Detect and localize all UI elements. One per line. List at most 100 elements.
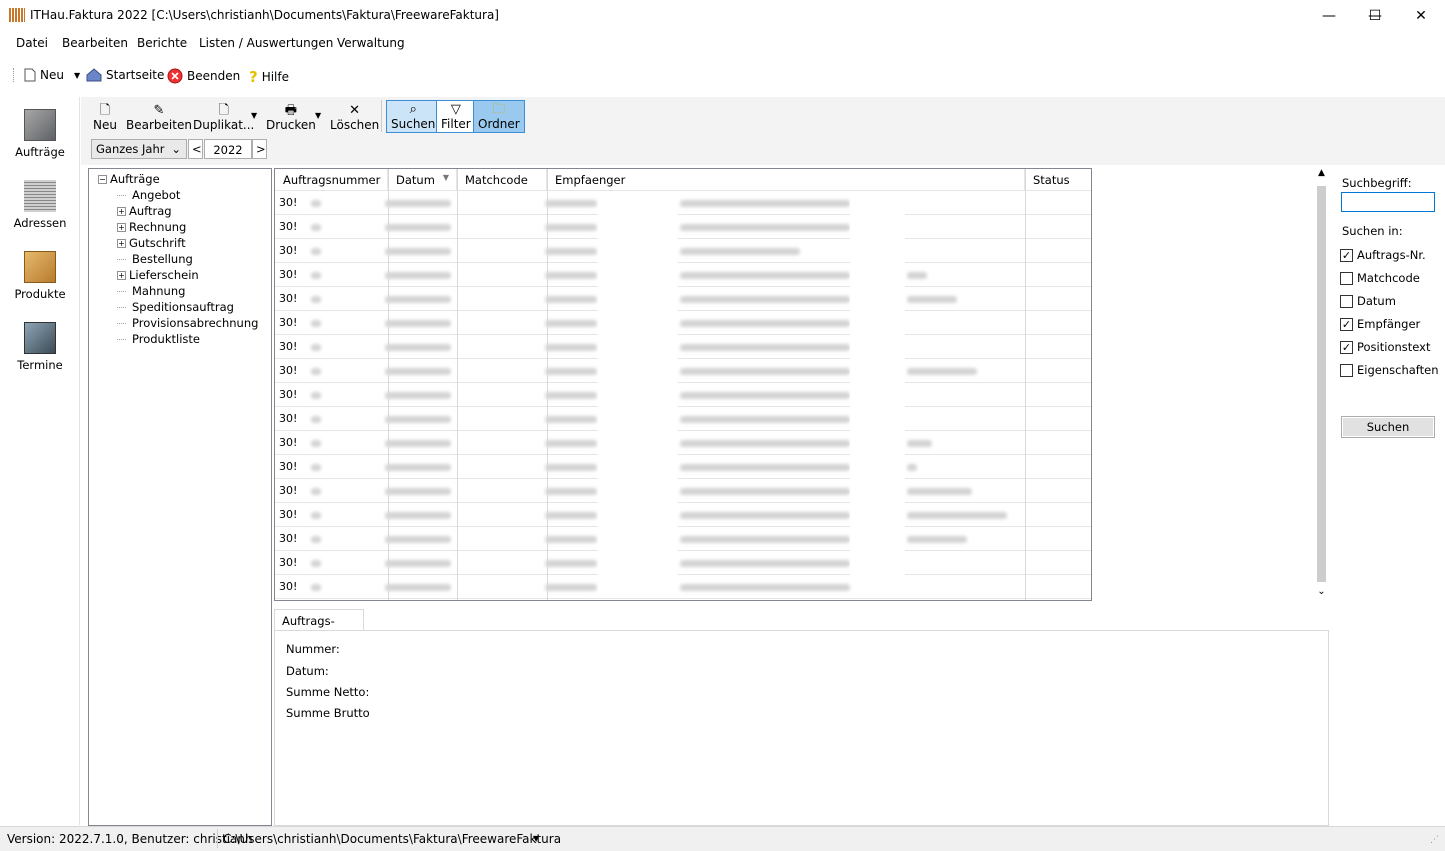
orders-grid[interactable]: Auftragsnummer Datum ▼ Matchcode Empfaen…: [274, 168, 1092, 601]
tree-node-label: Rechnung: [129, 220, 187, 234]
tree-node[interactable]: Speditionsauftrag: [117, 299, 258, 315]
nav-produkte[interactable]: Produkte: [0, 251, 80, 301]
table-row[interactable]: 30!: [275, 191, 1091, 215]
table-row[interactable]: 30!: [275, 263, 1091, 287]
tree-node[interactable]: Produktliste: [117, 331, 258, 347]
table-row[interactable]: 30!: [275, 239, 1091, 263]
table-row[interactable]: 30!: [275, 311, 1091, 335]
new-button[interactable]: Neu ▼: [24, 68, 80, 82]
tab-auftrags-details[interactable]: Auftrags-Details: [274, 609, 364, 642]
chevron-down-icon[interactable]: ▼: [74, 71, 80, 80]
table-row[interactable]: 30!: [275, 335, 1091, 359]
table-row[interactable]: 30!: [275, 575, 1091, 599]
checkbox-checked[interactable]: ✓: [1340, 317, 1353, 331]
work-print-button[interactable]: 🖶 Drucken: [262, 100, 320, 133]
maximize-button[interactable]: ☐: [1352, 0, 1398, 31]
search-option[interactable]: ✓ Auftrags-Nr.: [1340, 245, 1445, 265]
work-filter-button[interactable]: ▽ Filter: [436, 100, 476, 133]
col-datum[interactable]: Datum ▼: [388, 169, 457, 191]
table-row[interactable]: 30!: [275, 551, 1091, 575]
table-row[interactable]: 30!: [275, 455, 1091, 479]
help-button[interactable]: ? Hilfe: [249, 68, 289, 86]
menu-listen-auswertungen[interactable]: Listen / Auswertungen: [199, 36, 333, 50]
table-row[interactable]: 30!: [275, 383, 1091, 407]
tree-node[interactable]: + Auftrag: [117, 203, 258, 219]
search-input[interactable]: [1341, 192, 1435, 212]
col-matchcode[interactable]: Matchcode: [457, 169, 547, 191]
home-button[interactable]: Startseite: [86, 68, 164, 82]
table-row[interactable]: 30!: [275, 479, 1091, 503]
year-input[interactable]: 2022: [204, 139, 252, 159]
menu-bearbeiten[interactable]: Bearbeiten: [62, 36, 128, 50]
search-option[interactable]: Datum: [1340, 291, 1445, 311]
tree-root[interactable]: − Aufträge: [98, 171, 160, 187]
tree-node[interactable]: Angebot: [117, 187, 258, 203]
redacted-cell: [680, 488, 850, 495]
expand-icon[interactable]: +: [117, 239, 126, 248]
expand-icon[interactable]: +: [117, 207, 126, 216]
chevron-up-icon[interactable]: ▲: [1315, 168, 1328, 178]
tree-node[interactable]: Mahnung: [117, 283, 258, 299]
collapse-icon[interactable]: −: [98, 175, 107, 184]
checkbox-checked[interactable]: ✓: [1340, 340, 1353, 354]
exit-button[interactable]: Beenden: [167, 68, 240, 84]
search-option[interactable]: Matchcode: [1340, 268, 1445, 288]
col-empfaenger[interactable]: Empfaenger: [547, 169, 1025, 191]
duplicate-dropdown-icon[interactable]: ▼: [251, 111, 257, 120]
work-search-button[interactable]: ⌕ Suchen: [386, 100, 441, 133]
menu-berichte[interactable]: Berichte: [137, 36, 187, 50]
work-delete-button[interactable]: ✕ Löschen: [326, 100, 383, 133]
minimize-button[interactable]: —: [1306, 0, 1352, 31]
table-row[interactable]: 30!: [275, 215, 1091, 239]
search-option[interactable]: ✓ Positionstext: [1340, 337, 1445, 357]
nav-adressen[interactable]: Adressen: [0, 180, 80, 230]
col-datum-label: Datum: [396, 173, 435, 187]
search-option[interactable]: ✓ Empfänger: [1340, 314, 1445, 334]
tree-node[interactable]: + Lieferschein: [117, 267, 258, 283]
search-option-label: Empfänger: [1357, 317, 1421, 331]
resize-grip-icon[interactable]: ⋰: [1430, 835, 1439, 845]
work-folder-button[interactable]: 🗀 Ordner: [473, 100, 525, 133]
year-prev-button[interactable]: <: [188, 139, 203, 159]
document-tree[interactable]: − Aufträge Angebot + Auftrag + Rechnung + Gutsc…: [88, 168, 272, 826]
nav-label: Produkte: [14, 287, 66, 301]
table-row[interactable]: 30!: [275, 527, 1091, 551]
checkbox-unchecked[interactable]: [1340, 294, 1353, 308]
table-row[interactable]: 30!: [275, 407, 1091, 431]
path-dropdown-icon[interactable]: ▼: [533, 834, 539, 843]
tree-node[interactable]: + Rechnung: [117, 219, 258, 235]
nav-auftraege[interactable]: Aufträge: [0, 109, 80, 159]
table-row[interactable]: 30!: [275, 503, 1091, 527]
menu-datei[interactable]: Datei: [16, 36, 48, 50]
tree-node[interactable]: Provisionsabrechnung: [117, 315, 258, 331]
status-divider: [217, 829, 218, 848]
checkbox-checked[interactable]: ✓: [1340, 248, 1353, 262]
expand-icon[interactable]: +: [117, 271, 126, 280]
table-row[interactable]: 30!: [275, 359, 1091, 383]
expand-icon[interactable]: +: [117, 223, 126, 232]
nav-termine[interactable]: Termine: [0, 322, 80, 372]
work-duplicate-button[interactable]: 🗋 Duplikat...: [189, 100, 258, 133]
search-option[interactable]: Eigenschaften: [1340, 360, 1445, 380]
redacted-cell: [311, 248, 321, 255]
range-select[interactable]: Ganzes Jahr ⌄: [91, 139, 187, 159]
col-auftragsnummer[interactable]: Auftragsnummer: [275, 169, 388, 191]
work-new-button[interactable]: 🗋 Neu: [89, 100, 121, 133]
col-status[interactable]: Status: [1025, 169, 1091, 191]
table-row[interactable]: 30!: [275, 287, 1091, 311]
search-button[interactable]: Suchen: [1341, 416, 1435, 438]
menu-verwaltung[interactable]: Verwaltung: [337, 36, 405, 50]
year-next-button[interactable]: >: [252, 139, 267, 159]
checkbox-unchecked[interactable]: [1340, 363, 1353, 377]
work-edit-button[interactable]: ✎ Bearbeiten: [122, 100, 196, 133]
print-dropdown-icon[interactable]: ▼: [315, 111, 321, 120]
tree-node[interactable]: + Gutschrift: [117, 235, 258, 251]
order-number-cell: 30!: [279, 556, 298, 569]
chevron-down-icon[interactable]: ⌄: [1315, 586, 1328, 597]
close-button[interactable]: ✕: [1398, 0, 1444, 31]
scrollbar-thumb[interactable]: [1317, 186, 1326, 582]
grid-scrollbar[interactable]: ▲ ⌄: [1313, 168, 1330, 601]
checkbox-unchecked[interactable]: [1340, 271, 1353, 285]
table-row[interactable]: 30!: [275, 431, 1091, 455]
tree-node[interactable]: Bestellung: [117, 251, 258, 267]
